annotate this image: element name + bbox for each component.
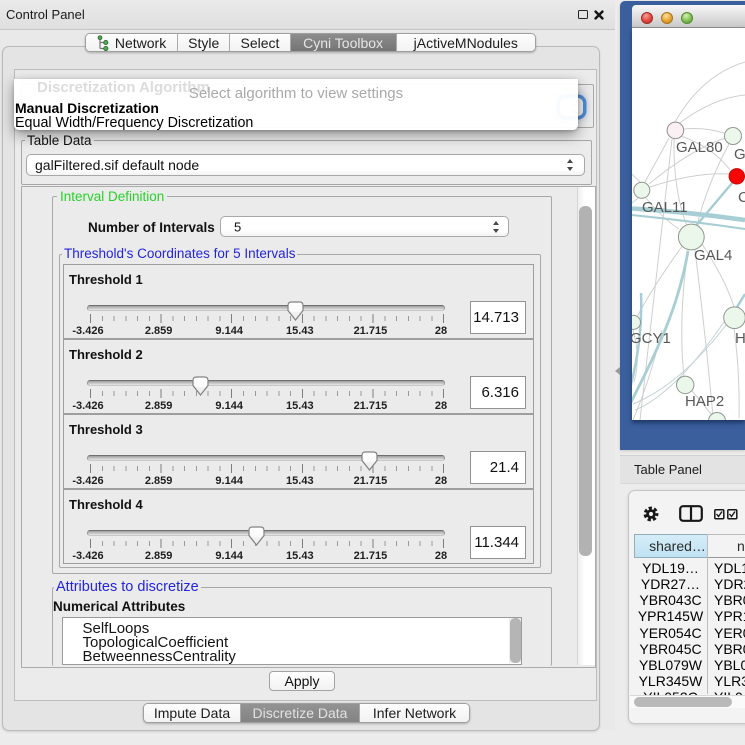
svg-text:HX: HX [735,330,745,347]
svg-text:GAL4: GAL4 [694,247,732,264]
svg-text:GAL11: GAL11 [642,199,688,216]
svg-text:GAL80: GAL80 [676,139,723,156]
svg-text:C: C [738,189,745,206]
svg-text:GCY1: GCY1 [632,330,671,347]
svg-text:GAL1: GAL1 [734,146,745,163]
svg-text:HAP2: HAP2 [685,393,724,410]
